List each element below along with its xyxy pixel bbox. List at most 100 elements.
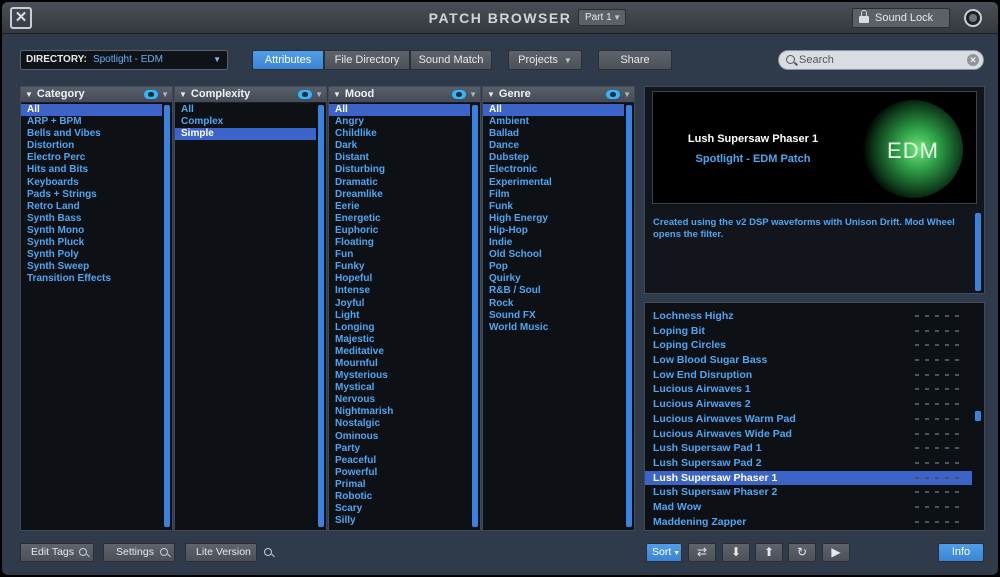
category-list-item[interactable]: Synth Bass — [21, 213, 162, 225]
next-patch-button[interactable]: ⬇ — [722, 543, 750, 562]
rating-dots[interactable] — [912, 461, 962, 464]
mood-list-item[interactable]: All — [329, 104, 470, 117]
edit-tags-button[interactable]: Edit Tags — [20, 543, 94, 562]
mood-list-item[interactable]: Distant — [329, 152, 470, 164]
rating-dots[interactable] — [912, 403, 962, 406]
rating-dots[interactable] — [912, 329, 962, 332]
mood-list-item[interactable]: Eerie — [329, 201, 470, 213]
genre-list-item[interactable]: R&B / Soul — [483, 285, 624, 297]
category-list-item[interactable]: All — [21, 104, 162, 117]
mood-list-item[interactable]: Dramatic — [329, 177, 470, 189]
clear-search-icon[interactable]: ✕ — [967, 54, 979, 66]
share-button[interactable]: Share — [598, 50, 672, 70]
patch-list-item[interactable]: Low End Disruption — [645, 368, 972, 383]
link-icon[interactable] — [452, 90, 466, 99]
part-select[interactable]: Part 1 ▼ — [578, 9, 626, 26]
sort-button[interactable]: Sort ▼ — [646, 543, 682, 562]
rating-dots[interactable] — [912, 417, 962, 420]
patch-list-item[interactable]: Lush Supersaw Phaser 2 — [645, 485, 972, 500]
mood-list-item[interactable]: Powerful — [329, 467, 470, 479]
genre-list-item[interactable]: Dance — [483, 140, 624, 152]
rating-dots[interactable] — [912, 447, 962, 450]
close-button[interactable]: ✕ — [10, 7, 32, 29]
category-list-item[interactable]: Bells and Vibes — [21, 128, 162, 140]
patch-list-item[interactable]: Maddening Zapper — [645, 515, 972, 530]
genre-list-item[interactable]: Pop — [483, 261, 624, 273]
mood-list-item[interactable]: Dreamlike — [329, 189, 470, 201]
mood-scrollbar[interactable] — [472, 105, 478, 527]
mood-header[interactable]: ▼ Mood ▼ — [329, 87, 480, 103]
patch-list-item[interactable]: Lush Supersaw Phaser 1 — [645, 470, 972, 486]
previous-patch-button[interactable]: ⬆ — [755, 543, 783, 562]
genre-header[interactable]: ▼ Genre ▼ — [483, 87, 634, 103]
mood-list-item[interactable]: Angry — [329, 116, 470, 128]
genre-list-item[interactable]: World Music — [483, 322, 624, 334]
search-input[interactable] — [799, 52, 959, 68]
patch-list-item[interactable]: Low Blood Sugar Bass — [645, 353, 972, 368]
mood-list-item[interactable]: Longing — [329, 322, 470, 334]
description-scrollbar[interactable] — [975, 213, 981, 291]
complexity-scrollbar[interactable] — [318, 105, 324, 527]
mood-list-item[interactable]: Majestic — [329, 334, 470, 346]
genre-list-item[interactable]: Sound FX — [483, 310, 624, 322]
category-list-item[interactable]: Pads + Strings — [21, 189, 162, 201]
category-list-item[interactable]: Synth Poly — [21, 249, 162, 261]
mood-list-item[interactable]: Robotic — [329, 491, 470, 503]
category-list-item[interactable]: Transition Effects — [21, 273, 162, 285]
genre-list-item[interactable]: Ballad — [483, 128, 624, 140]
mood-list-item[interactable]: Floating — [329, 237, 470, 249]
menu-caret-icon[interactable]: ▼ — [623, 87, 631, 102]
complexity-list-item[interactable]: Complex — [175, 116, 316, 128]
mood-list-item[interactable]: Hopeful — [329, 273, 470, 285]
menu-caret-icon[interactable]: ▼ — [161, 87, 169, 102]
rating-dots[interactable] — [912, 432, 962, 435]
menu-caret-icon[interactable]: ▼ — [315, 87, 323, 102]
category-list-item[interactable]: Synth Sweep — [21, 261, 162, 273]
complexity-list-item[interactable]: All — [175, 104, 316, 116]
patch-list-item[interactable]: Lucious Airwaves Wide Pad — [645, 427, 972, 442]
genre-scrollbar[interactable] — [626, 105, 632, 527]
settings-button[interactable]: Settings — [103, 543, 175, 562]
link-icon[interactable] — [144, 90, 158, 99]
category-list-item[interactable]: Synth Pluck — [21, 237, 162, 249]
complexity-list-item[interactable]: Simple — [175, 128, 316, 141]
search-box[interactable]: ✕ — [778, 50, 984, 70]
mood-list-item[interactable]: Mysterious — [329, 370, 470, 382]
rating-dots[interactable] — [912, 359, 962, 362]
patch-list-item[interactable]: Lush Supersaw Pad 2 — [645, 456, 972, 471]
mood-list-item[interactable]: Funky — [329, 261, 470, 273]
mood-list-item[interactable]: Party — [329, 443, 470, 455]
menu-caret-icon[interactable]: ▼ — [469, 87, 477, 102]
sound-lock-button[interactable]: Sound Lock — [852, 8, 950, 28]
info-button[interactable]: Info — [938, 543, 984, 562]
mood-list-item[interactable]: Scary — [329, 503, 470, 515]
genre-list-item[interactable]: All — [483, 104, 624, 117]
mood-list-item[interactable]: Energetic — [329, 213, 470, 225]
patch-list-item[interactable]: Loping Bit — [645, 324, 972, 339]
rating-dots[interactable] — [912, 520, 962, 523]
category-list-item[interactable]: Hits and Bits — [21, 164, 162, 176]
link-icon[interactable] — [298, 90, 312, 99]
rating-dots[interactable] — [912, 505, 962, 508]
complexity-header[interactable]: ▼ Complexity ▼ — [175, 87, 326, 103]
genre-list-item[interactable]: High Energy — [483, 213, 624, 225]
patch-list-item[interactable]: Mad Wow — [645, 500, 972, 515]
patch-list-item[interactable]: Lucious Airwaves 1 — [645, 382, 972, 397]
projects-button[interactable]: Projects ▼ — [508, 50, 582, 70]
genre-list-item[interactable]: Electronic — [483, 164, 624, 176]
genre-list-item[interactable]: Hip-Hop — [483, 225, 624, 237]
mood-list-item[interactable]: Silly — [329, 515, 470, 527]
patch-list-item[interactable]: Lochness Highz — [645, 309, 972, 324]
tab-file-directory[interactable]: File Directory — [324, 50, 410, 70]
category-header[interactable]: ▼ Category ▼ — [21, 87, 172, 103]
zoom-icon[interactable] — [264, 548, 272, 556]
genre-list-item[interactable]: Dubstep — [483, 152, 624, 164]
play-button[interactable]: ▶ — [822, 543, 850, 562]
category-list-item[interactable]: Distortion — [21, 140, 162, 152]
mood-list-item[interactable]: Dark — [329, 140, 470, 152]
category-list-item[interactable]: Keyboards — [21, 177, 162, 189]
mood-list-item[interactable]: Joyful — [329, 298, 470, 310]
category-scrollbar[interactable] — [164, 105, 170, 527]
mood-list-item[interactable]: Nightmarish — [329, 406, 470, 418]
rating-dots[interactable] — [912, 373, 962, 376]
